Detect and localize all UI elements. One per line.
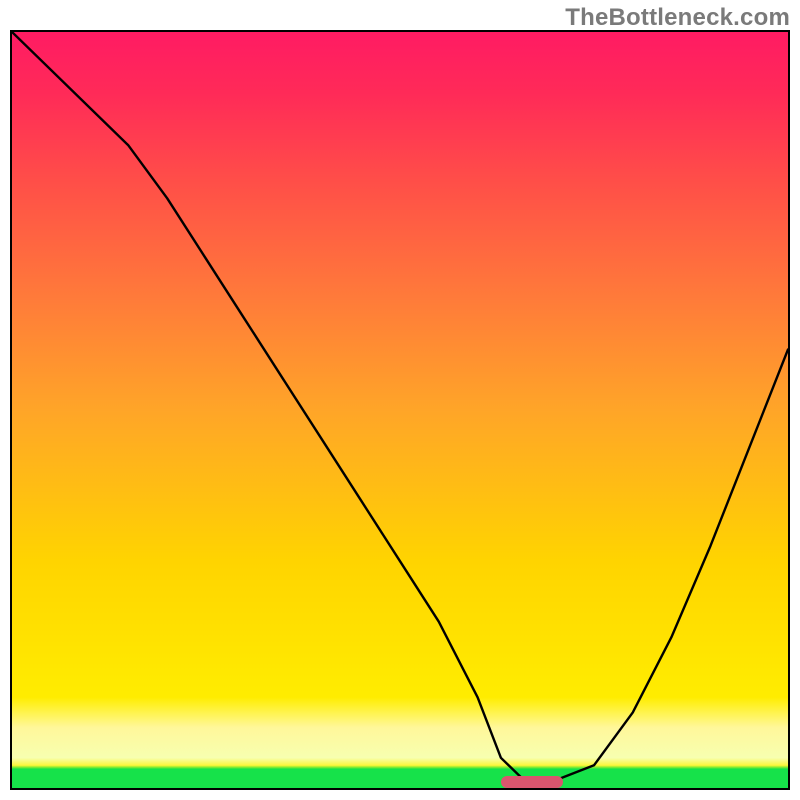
watermark-text: TheBottleneck.com	[565, 4, 790, 32]
curve-path	[12, 32, 788, 780]
bottleneck-curve	[12, 32, 788, 788]
plot-area	[10, 30, 790, 790]
chart-frame: TheBottleneck.com	[0, 0, 800, 800]
optimum-marker	[501, 776, 563, 788]
